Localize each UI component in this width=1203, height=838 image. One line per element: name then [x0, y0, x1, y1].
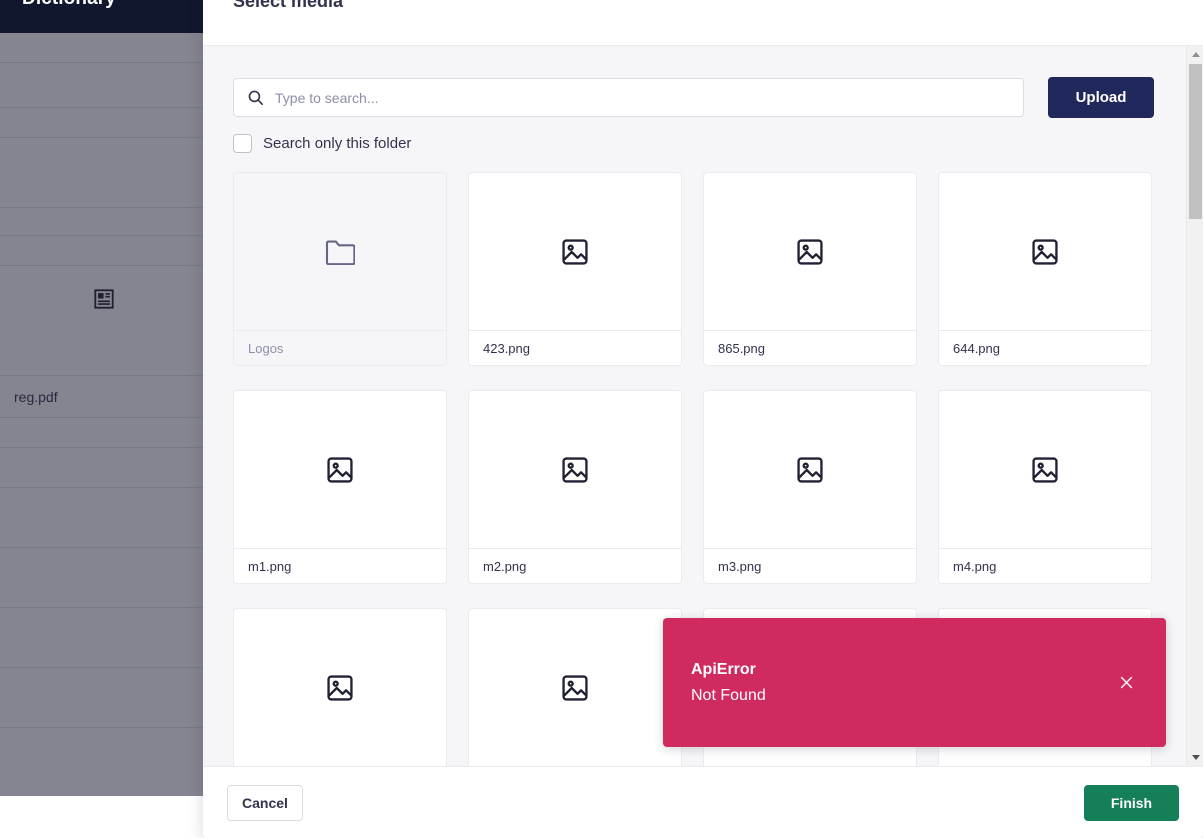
- media-card-label: m1.png: [234, 548, 446, 583]
- media-folder-card[interactable]: Logos: [233, 172, 447, 366]
- media-card-label: Logos: [234, 330, 446, 365]
- close-icon[interactable]: [1114, 671, 1138, 695]
- toast-title: ApiError: [691, 661, 1114, 679]
- media-file-card[interactable]: m6.png: [468, 608, 682, 766]
- modal-vertical-scrollbar[interactable]: [1186, 46, 1203, 766]
- modal-header: Select media: [203, 0, 1203, 46]
- image-icon: [469, 173, 681, 330]
- media-file-card[interactable]: m1.png: [233, 390, 447, 584]
- media-card-label: m3.png: [704, 548, 916, 583]
- scroll-down-arrow[interactable]: [1187, 749, 1203, 766]
- error-toast: ApiError Not Found: [663, 618, 1166, 747]
- media-file-card[interactable]: 644.png: [938, 172, 1152, 366]
- media-file-card[interactable]: m3.png: [703, 390, 917, 584]
- media-card-label: 644.png: [939, 330, 1151, 365]
- folder-icon: [234, 173, 446, 330]
- image-icon: [704, 391, 916, 548]
- triangle-up-icon: [1192, 52, 1200, 57]
- image-icon: [704, 173, 916, 330]
- image-icon: [939, 173, 1151, 330]
- search-only-folder-checkbox[interactable]: [233, 134, 252, 153]
- media-card-label: 423.png: [469, 330, 681, 365]
- media-file-card[interactable]: 865.png: [703, 172, 917, 366]
- media-file-card[interactable]: m5.png: [233, 608, 447, 766]
- scrollbar-thumb[interactable]: [1189, 64, 1202, 219]
- search-box[interactable]: [233, 78, 1024, 117]
- image-icon: [234, 391, 446, 548]
- media-card-label: 865.png: [704, 330, 916, 365]
- media-file-card[interactable]: 423.png: [468, 172, 682, 366]
- search-only-folder-label: Search only this folder: [263, 135, 411, 152]
- image-icon: [469, 391, 681, 548]
- finish-button[interactable]: Finish: [1084, 785, 1179, 821]
- scroll-up-arrow[interactable]: [1187, 46, 1203, 63]
- media-card-label: m2.png: [469, 548, 681, 583]
- image-icon: [939, 391, 1151, 548]
- folder-filter-row: Search only this folder: [233, 134, 1173, 153]
- search-row: Upload: [233, 77, 1173, 118]
- modal-title: Select media: [233, 0, 343, 12]
- upload-button[interactable]: Upload: [1048, 77, 1154, 118]
- background-topbar: Dictionary: [0, 0, 203, 33]
- triangle-down-icon: [1192, 755, 1200, 760]
- toast-message: Not Found: [691, 687, 1114, 705]
- modal-footer: Cancel Finish: [203, 766, 1203, 838]
- search-icon: [247, 89, 264, 106]
- image-icon: [469, 609, 681, 766]
- cancel-button[interactable]: Cancel: [227, 785, 303, 821]
- media-card-label: m4.png: [939, 548, 1151, 583]
- media-file-card[interactable]: m2.png: [468, 390, 682, 584]
- search-input[interactable]: [275, 79, 1010, 116]
- image-icon: [234, 609, 446, 766]
- toast-text: ApiError Not Found: [691, 661, 1114, 705]
- background-app-title: Dictionary: [22, 0, 116, 10]
- media-file-card[interactable]: m4.png: [938, 390, 1152, 584]
- modal-backdrop-overlay[interactable]: [0, 33, 203, 796]
